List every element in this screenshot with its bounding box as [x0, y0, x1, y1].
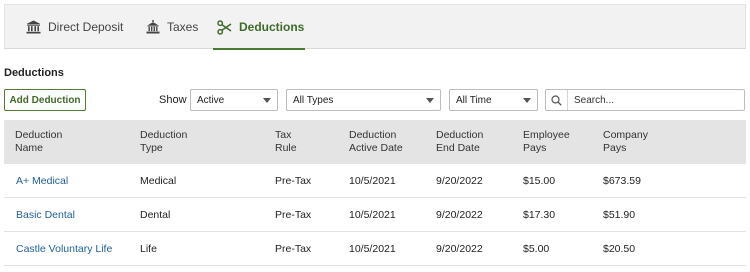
company-pays: $20.50 — [603, 243, 636, 255]
type-filter-select[interactable]: All Types — [286, 89, 441, 111]
active-date: 10/5/2021 — [349, 175, 396, 187]
tax-rule: Pre-Tax — [275, 243, 312, 255]
tab-taxes[interactable]: Taxes — [146, 5, 198, 49]
column-header-name[interactable]: Deduction Name — [15, 129, 62, 155]
time-filter-value: All Time — [456, 94, 492, 106]
employee-pays: $17.30 — [523, 209, 556, 221]
deduction-name-link[interactable]: A+ Medical — [16, 175, 68, 187]
end-date: 9/20/2022 — [436, 243, 483, 255]
column-header-tax-rule[interactable]: Tax Rule — [275, 129, 297, 155]
table-row[interactable]: Basic Dental Dental Pre-Tax 10/5/2021 9/… — [4, 198, 746, 232]
company-pays: $51.90 — [603, 209, 636, 221]
table-row[interactable]: Castle Voluntary Life Life Pre-Tax 10/5/… — [4, 232, 746, 266]
government-building-icon — [146, 20, 160, 34]
deduction-type: Life — [140, 243, 157, 255]
tax-rule: Pre-Tax — [275, 209, 312, 221]
page-title: Deductions — [4, 67, 64, 79]
active-date: 10/5/2021 — [349, 243, 396, 255]
active-date: 10/5/2021 — [349, 209, 396, 221]
tab-label: Deductions — [239, 20, 305, 34]
time-filter-select[interactable]: All Time — [449, 89, 538, 111]
deduction-name-link[interactable]: Castle Voluntary Life — [16, 243, 112, 255]
table-header: Deduction Name Deduction Type Tax Rule D… — [4, 120, 746, 164]
employee-pays: $5.00 — [523, 243, 550, 255]
tab-deductions[interactable]: Deductions — [213, 5, 305, 50]
chevron-down-icon — [523, 98, 531, 103]
status-filter-select[interactable]: Active — [190, 89, 278, 111]
tab-label: Direct Deposit — [48, 20, 124, 34]
column-header-end-date[interactable]: Deduction End Date — [436, 129, 483, 155]
deductions-table: Deduction Name Deduction Type Tax Rule D… — [4, 120, 746, 266]
deduction-name-link[interactable]: Basic Dental — [16, 209, 75, 221]
column-header-type[interactable]: Deduction Type — [140, 129, 187, 155]
scissors-icon — [217, 19, 232, 35]
tab-label: Taxes — [167, 20, 199, 34]
search-icon — [546, 90, 568, 110]
show-label: Show — [159, 94, 187, 106]
deduction-type: Dental — [140, 209, 171, 221]
chevron-down-icon — [426, 98, 434, 103]
search-input[interactable] — [568, 94, 738, 106]
employee-pays: $15.00 — [523, 175, 556, 187]
tab-direct-deposit[interactable]: Direct Deposit — [26, 5, 123, 49]
end-date: 9/20/2022 — [436, 175, 483, 187]
chevron-down-icon — [263, 98, 271, 103]
search-box — [545, 89, 745, 111]
company-pays: $673.59 — [603, 175, 641, 187]
type-filter-value: All Types — [293, 94, 334, 106]
bank-icon — [26, 20, 41, 34]
tax-rule: Pre-Tax — [275, 175, 312, 187]
table-row[interactable]: A+ Medical Medical Pre-Tax 10/5/2021 9/2… — [4, 164, 746, 198]
add-deduction-button[interactable]: Add Deduction — [4, 89, 86, 111]
end-date: 9/20/2022 — [436, 209, 483, 221]
column-header-active-date[interactable]: Deduction Active Date — [349, 129, 403, 155]
status-filter-value: Active — [197, 94, 225, 106]
deduction-type: Medical — [140, 175, 177, 187]
column-header-employee-pays[interactable]: Employee Pays — [523, 129, 570, 155]
tab-bar: Direct Deposit Taxes Deductions — [4, 4, 746, 50]
column-header-company-pays[interactable]: Company Pays — [603, 129, 648, 155]
